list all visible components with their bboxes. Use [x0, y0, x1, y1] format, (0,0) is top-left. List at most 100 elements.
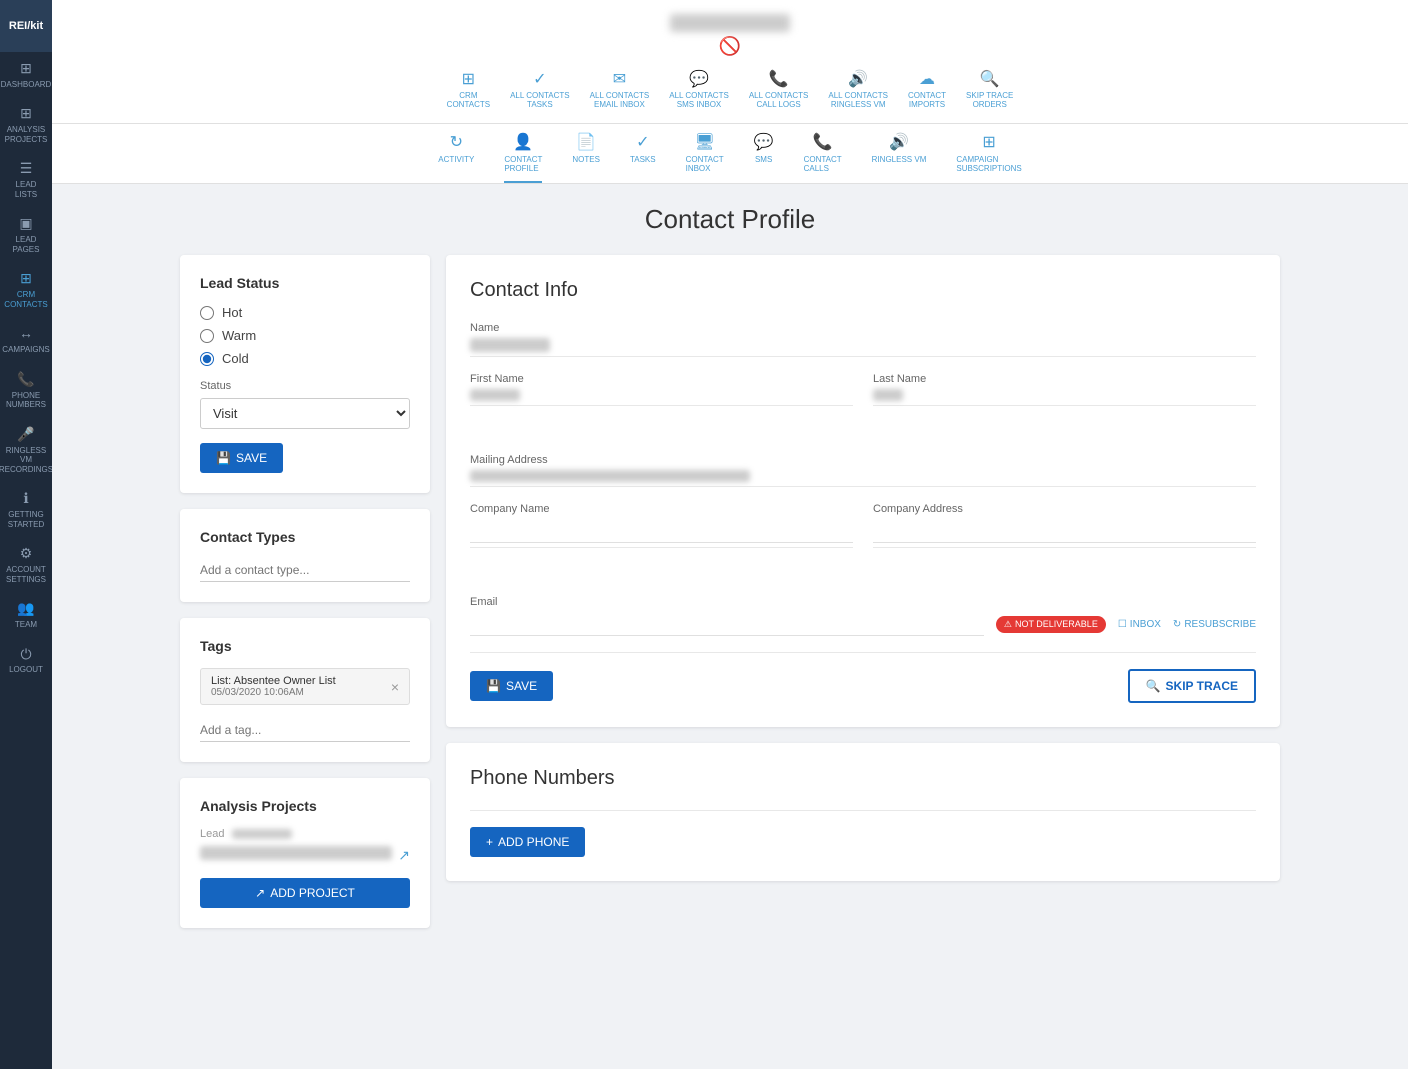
company-address-label: Company Address: [873, 503, 1256, 515]
analysis-link-icon[interactable]: ↗: [398, 847, 410, 864]
sidebar-item-dashboard[interactable]: ⊞ DASHBOARD: [0, 52, 52, 97]
tab-sms-label: SMS: [755, 155, 772, 164]
sidebar-item-getting-started[interactable]: ℹ GETTING STARTED: [0, 482, 52, 537]
tab-contact-inbox[interactable]: 🖥 CONTACTINBOX: [686, 132, 724, 183]
tab-activity[interactable]: ↻ ACTIVITY: [438, 132, 474, 183]
not-deliverable-badge: ⚠ NOT DELIVERABLE: [996, 616, 1106, 633]
tab-tasks[interactable]: ✓ TASKS: [630, 132, 656, 183]
tab-notes[interactable]: 📄 NOTES: [572, 132, 600, 183]
tag-remove-button[interactable]: ×: [391, 679, 399, 695]
lead-pages-icon: ▣: [19, 215, 32, 232]
tab-activity-label: ACTIVITY: [438, 155, 474, 164]
lead-lists-icon: ☰: [20, 160, 33, 177]
add-phone-label: ADD PHONE: [498, 835, 569, 849]
skip-trace-label: SKIP TRACE: [1166, 679, 1238, 693]
nav-email-inbox[interactable]: ✉ ALL CONTACTSEMAIL INBOX: [590, 69, 650, 109]
info-icon: ℹ: [23, 490, 28, 507]
name-value-blur: [470, 338, 550, 352]
company-name-input[interactable]: [470, 519, 853, 543]
sidebar-item-phone-numbers[interactable]: 📞 PHONE NUMBERS: [0, 363, 52, 418]
sidebar-item-team[interactable]: 👥 TEAM: [0, 592, 52, 637]
radio-warm-label: Warm: [222, 328, 256, 343]
tab-contact-calls[interactable]: 📞 CONTACTCALLS: [804, 132, 842, 183]
nav-contact-imports[interactable]: ☁ CONTACTIMPORTS: [908, 69, 946, 109]
lead-status-radio-group: Hot Warm Cold: [200, 305, 410, 366]
radio-cold-input[interactable]: [200, 352, 214, 366]
save-icon-2: 💾: [486, 679, 501, 693]
tab-contact-profile[interactable]: 👤 CONTACTPROFILE: [504, 132, 542, 183]
analysis-item: ↗: [200, 846, 410, 864]
contact-info-save-button[interactable]: 💾 SAVE: [470, 671, 553, 701]
company-address-input[interactable]: [873, 519, 1256, 543]
tab-ringless-vm[interactable]: 🔊 RINGLESS VM: [872, 132, 927, 183]
sidebar-item-label: CAMPAIGNS: [2, 345, 49, 355]
sidebar-item-lead-pages[interactable]: ▣ LEAD PAGES: [0, 207, 52, 262]
resubscribe-badge[interactable]: ↻ RESUBSCRIBE: [1173, 619, 1256, 630]
nav-call-logs[interactable]: 📞 ALL CONTACTSCALL LOGS: [749, 69, 809, 109]
add-project-label: ADD PROJECT: [270, 886, 355, 900]
company-name-label: Company Name: [470, 503, 853, 515]
company-row: Company Name Company Address: [470, 503, 1256, 580]
nav-skip-trace[interactable]: 🔍 SKIP TRACEORDERS: [966, 69, 1013, 109]
sidebar-item-ringless-vm[interactable]: 🎤 RINGLESS VM RECORDINGS: [0, 418, 52, 483]
activity-tab-icon: ↻: [450, 132, 463, 152]
email-field: Email ⚠ NOT DELIVERABLE ☐ INBOX: [470, 596, 1256, 653]
sidebar-item-campaigns[interactable]: ↔ CAMPAIGNS: [0, 317, 52, 362]
last-name-divider: [873, 405, 1256, 406]
contact-info-title: Contact Info: [470, 279, 1256, 302]
profile-header: 🚫: [72, 8, 1388, 63]
name-field: Name: [470, 322, 1256, 357]
tab-campaign-label: CAMPAIGNSUBSCRIPTIONS: [956, 155, 1021, 173]
nav-sms-inbox[interactable]: 💬 ALL CONTACTSSMS INBOX: [669, 69, 729, 109]
radio-hot[interactable]: Hot: [200, 305, 410, 320]
name-divider: [470, 356, 1256, 357]
radio-hot-input[interactable]: [200, 306, 214, 320]
address-divider: [470, 486, 1256, 487]
contact-type-input[interactable]: [200, 559, 410, 582]
dashboard-icon: ⊞: [20, 60, 32, 77]
tag-content: List: Absentee Owner List 05/03/2020 10:…: [211, 675, 336, 698]
tab-ringless-label: RINGLESS VM: [872, 155, 927, 164]
radio-cold[interactable]: Cold: [200, 351, 410, 366]
logout-icon: ⏻: [20, 646, 31, 663]
nav-all-contacts-tasks[interactable]: ✓ ALL CONTACTSTASKS: [510, 69, 570, 109]
radio-warm-input[interactable]: [200, 329, 214, 343]
inbox-tab-icon: 🖥: [694, 132, 714, 152]
tab-campaign-subscriptions[interactable]: ⊞ CAMPAIGNSUBSCRIPTIONS: [956, 132, 1021, 183]
radio-warm[interactable]: Warm: [200, 328, 410, 343]
tab-sms[interactable]: 💬 SMS: [754, 132, 774, 183]
sidebar-item-lead-lists[interactable]: ☰ LEAD LISTS: [0, 152, 52, 207]
email-divider: [470, 652, 1256, 653]
email-input[interactable]: [470, 612, 984, 636]
nav-crm-contacts[interactable]: ⊞ CRMCONTACTS: [447, 69, 490, 109]
inbox-badge[interactable]: ☐ INBOX: [1118, 619, 1161, 630]
sidebar-item-logout[interactable]: ⏻ LOGOUT: [0, 638, 52, 683]
add-phone-button[interactable]: + ADD PHONE: [470, 827, 585, 857]
tab-contact-profile-label: CONTACTPROFILE: [504, 155, 542, 173]
skip-trace-button[interactable]: 🔍 SKIP TRACE: [1128, 669, 1256, 703]
contact-info-card: Contact Info Name First Name: [446, 255, 1280, 727]
sidebar-item-analysis-projects[interactable]: ⊞ ANALYSIS PROJECTS: [0, 97, 52, 152]
status-select[interactable]: Visit New Lead Follow Up Under Contract …: [200, 398, 410, 429]
add-project-button[interactable]: ↗ ADD PROJECT: [200, 878, 410, 908]
imports-nav-icon: ☁: [919, 69, 935, 89]
sidebar-item-account-settings[interactable]: ⚙ ACCOUNT SETTINGS: [0, 537, 52, 592]
sub-nav: ↻ ACTIVITY 👤 CONTACTPROFILE 📄 NOTES ✓ TA…: [52, 124, 1408, 184]
save-icon: 💾: [216, 451, 231, 465]
skip-trace-nav-icon: 🔍: [980, 69, 1000, 89]
save-label: SAVE: [236, 451, 267, 465]
skip-trace-icon: 🔍: [1146, 679, 1161, 693]
campaign-tab-icon: ⊞: [982, 132, 995, 152]
sidebar-item-crm-contacts[interactable]: ⊞ CRM CONTACTS: [0, 262, 52, 317]
analysis-blur: [200, 846, 392, 860]
nav-ringless-vm[interactable]: 🔊 ALL CONTACTSRINGLESS VM: [828, 69, 888, 109]
tag-input[interactable]: [200, 719, 410, 742]
contact-save-label: SAVE: [506, 679, 537, 693]
not-deliverable-label: NOT DELIVERABLE: [1015, 619, 1098, 629]
sidebar-item-label: LOGOUT: [9, 665, 43, 675]
resubscribe-icon: ↻: [1173, 619, 1181, 630]
lead-status-save-button[interactable]: 💾 SAVE: [200, 443, 283, 473]
first-name-divider: [470, 405, 853, 406]
name-row: First Name Last Name: [470, 373, 1256, 438]
crm-contacts-nav-icon: ⊞: [462, 69, 475, 89]
